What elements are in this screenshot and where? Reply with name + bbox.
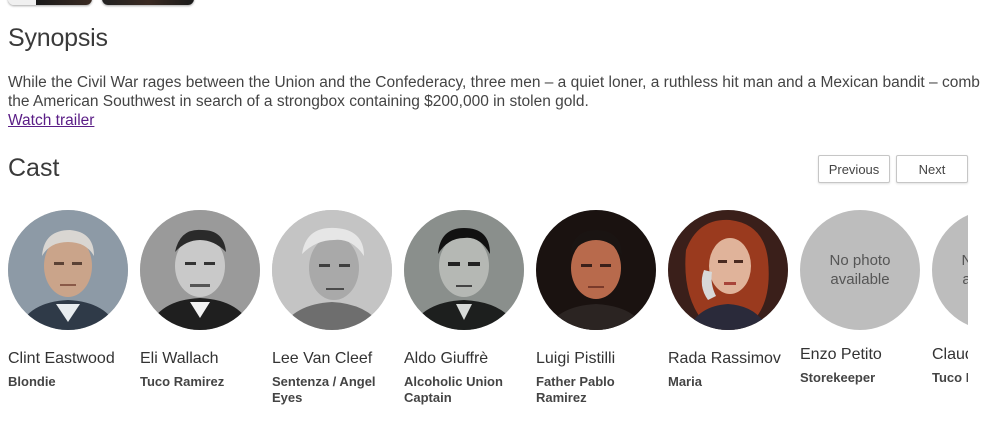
actor-photo [140,210,260,330]
cast-card[interactable]: Aldo Giuffrè Alcoholic Union Captain [404,210,528,406]
cast-card[interactable]: Clint Eastwood Blondie [8,210,132,390]
character-name: Sentenza / Angel Eyes [272,374,376,405]
cast-card[interactable]: No photo available Claudio Scarchilli Tu… [932,210,968,386]
cast-card[interactable]: No photo available Enzo Petito Storekeep… [800,210,924,386]
actor-photo [272,210,392,330]
character-name: Blondie [8,374,56,389]
cast-card[interactable]: Luigi Pistilli Father Pablo Ramirez [536,210,660,406]
character-name: Tuco Bounty Hunter [932,370,968,385]
synopsis-heading: Synopsis [8,24,108,52]
actor-name[interactable]: Luigi Pistilli [536,350,660,368]
character-name: Storekeeper [800,370,876,385]
character-name: Alcoholic Union Captain [404,374,503,405]
no-photo-placeholder: No photo available [800,210,920,330]
character-name: Maria [668,374,702,389]
actor-photo [668,210,788,330]
actor-photo [8,210,128,330]
actor-name[interactable]: Claudio Scarchilli [932,346,968,364]
actor-name[interactable]: Enzo Petito [800,346,924,364]
synopsis-text: While the Civil War rages between the Un… [8,74,980,110]
watch-trailer-link[interactable]: Watch trailer [8,112,94,130]
actor-name[interactable]: Eli Wallach [140,350,264,368]
previous-button[interactable]: Previous [818,155,890,183]
actor-name[interactable]: Clint Eastwood [8,350,132,368]
actor-photo [404,210,524,330]
cast-card[interactable]: Rada Rassimov Maria [668,210,792,390]
cast-card[interactable]: Eli Wallach Tuco Ramirez [140,210,264,390]
media-thumbnail[interactable] [8,0,92,5]
actor-name[interactable]: Rada Rassimov [668,350,792,368]
actor-name[interactable]: Aldo Giuffrè [404,350,528,368]
cast-card[interactable]: Lee Van Cleef Sentenza / Angel Eyes [272,210,396,406]
actor-photo [536,210,656,330]
cast-carousel: Clint Eastwood Blondie Eli Wallach Tuco … [8,210,968,442]
media-thumbnail[interactable] [102,0,194,5]
next-button[interactable]: Next [896,155,968,183]
character-name: Father Pablo Ramirez [536,374,615,405]
actor-name[interactable]: Lee Van Cleef [272,350,396,368]
cast-heading: Cast [8,154,60,182]
no-photo-placeholder: No photo available [932,210,968,330]
character-name: Tuco Ramirez [140,374,225,389]
previous-media-strip [8,0,194,6]
